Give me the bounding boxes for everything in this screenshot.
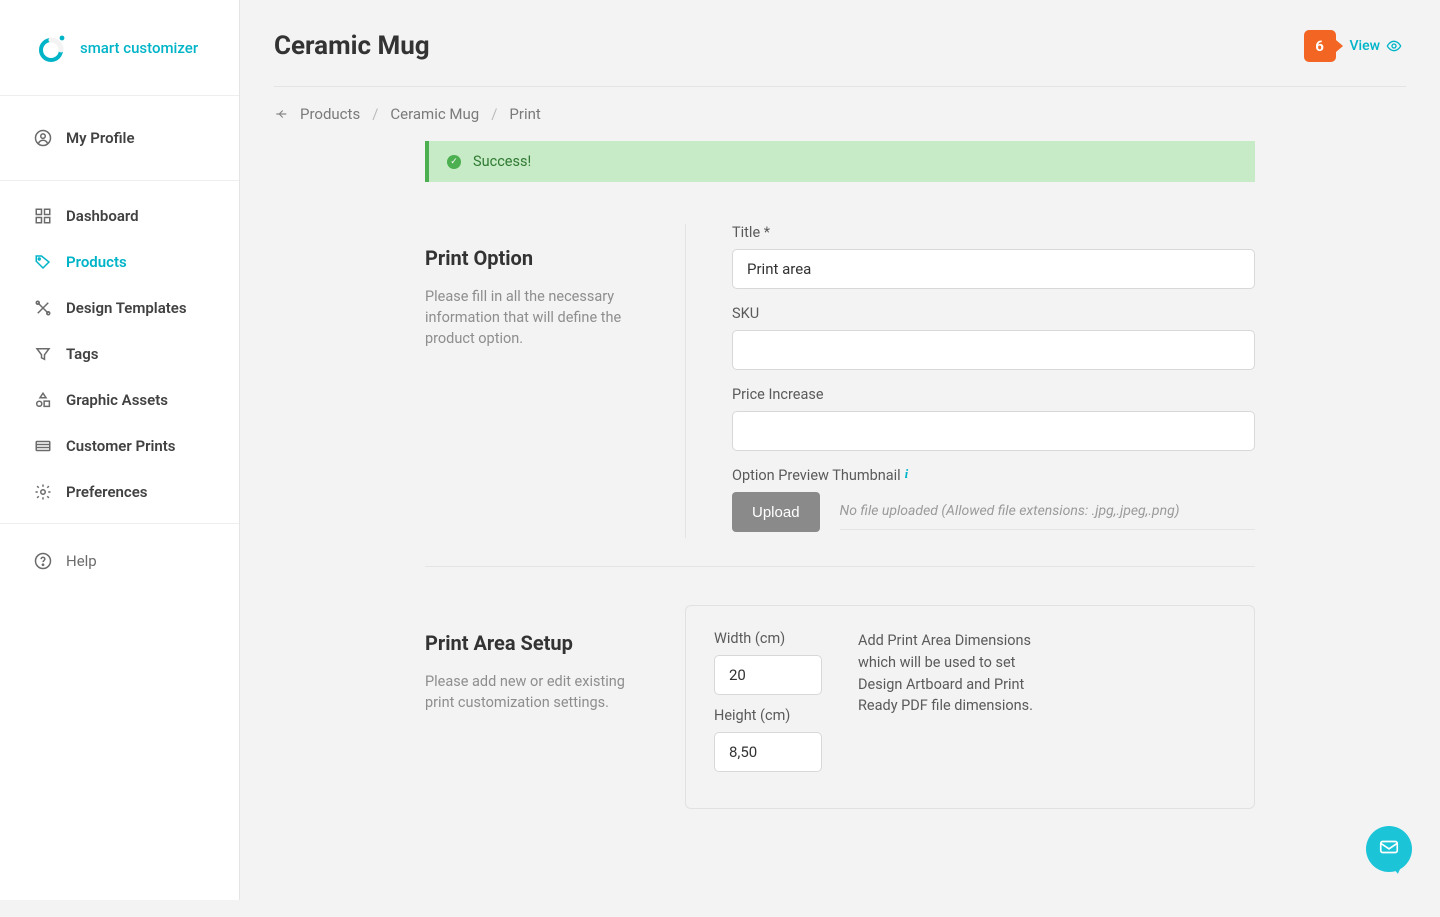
title-input[interactable] <box>732 249 1255 289</box>
dashboard-icon <box>34 207 52 225</box>
mail-icon <box>1378 836 1400 862</box>
help-icon <box>34 552 52 570</box>
sidebar-item-products[interactable]: Products <box>0 239 239 285</box>
sidebar-item-my-profile[interactable]: My Profile <box>0 96 239 180</box>
sidebar-item-preferences[interactable]: Preferences <box>0 469 239 515</box>
sidebar-item-label: Preferences <box>66 483 148 501</box>
section-description: Please add new or edit existing print cu… <box>425 671 649 713</box>
sidebar-item-label: Graphic Assets <box>66 391 168 409</box>
breadcrumb: Products / Ceramic Mug / Print <box>240 87 1440 141</box>
upload-button[interactable]: Upload <box>732 492 820 532</box>
sidebar-item-label: Customer Prints <box>66 437 176 455</box>
alert-success: ✓ Success! <box>425 141 1255 182</box>
prints-icon <box>34 437 52 455</box>
check-icon: ✓ <box>447 155 461 169</box>
main-content: Ceramic Mug 6 View Products / Ceramic Mu… <box>240 0 1440 917</box>
eye-icon <box>1386 38 1402 54</box>
section-description: Please fill in all the necessary informa… <box>425 286 649 349</box>
chat-button[interactable] <box>1366 826 1412 872</box>
sku-label: SKU <box>732 305 1255 322</box>
back-icon[interactable] <box>274 107 288 121</box>
funnel-icon <box>34 345 52 363</box>
breadcrumb-product[interactable]: Ceramic Mug <box>390 105 479 123</box>
sidebar-item-label: Design Templates <box>66 299 187 317</box>
sidebar-item-customer-prints[interactable]: Customer Prints <box>0 423 239 469</box>
user-icon <box>34 129 52 147</box>
title-label: Title * <box>732 224 1255 241</box>
page-title: Ceramic Mug <box>274 31 430 61</box>
sidebar-item-design-templates[interactable]: Design Templates <box>0 285 239 331</box>
tag-icon <box>34 253 52 271</box>
sidebar-item-label: Products <box>66 253 127 271</box>
section-print-option: Print Option Please fill in all the nece… <box>425 224 1255 538</box>
price-increase-input[interactable] <box>732 411 1255 451</box>
brand-logo[interactable]: smart customizer <box>0 0 239 96</box>
section-print-area: Print Area Setup Please add new or edit … <box>425 605 1255 809</box>
sidebar-item-label: Help <box>66 552 97 570</box>
design-icon <box>34 299 52 317</box>
page-header: Ceramic Mug 6 View <box>240 0 1440 86</box>
credits-count: 6 <box>1315 37 1324 55</box>
section-divider <box>425 566 1255 567</box>
height-label: Height (cm) <box>714 707 822 724</box>
sidebar-item-tags[interactable]: Tags <box>0 331 239 377</box>
thumbnail-label: Option Preview Thumbnaili <box>732 467 1255 484</box>
credits-badge[interactable]: 6 <box>1304 30 1336 62</box>
sidebar-item-dashboard[interactable]: Dashboard <box>0 193 239 239</box>
width-input[interactable] <box>714 655 822 695</box>
brand-name: smart customizer <box>80 39 198 57</box>
brand-mark-icon <box>36 32 68 64</box>
sidebar-item-graphic-assets[interactable]: Graphic Assets <box>0 377 239 423</box>
sidebar-item-label: Tags <box>66 345 99 363</box>
breadcrumb-products[interactable]: Products <box>300 105 360 123</box>
sidebar-item-label: Dashboard <box>66 207 139 225</box>
shapes-icon <box>34 391 52 409</box>
sidebar-item-label: My Profile <box>66 129 135 147</box>
section-heading: Print Area Setup <box>425 631 649 655</box>
print-area-box: Width (cm) Height (cm) Add Print Area Di… <box>685 605 1255 809</box>
height-input[interactable] <box>714 732 822 772</box>
sku-input[interactable] <box>732 330 1255 370</box>
breadcrumb-separator: / <box>491 105 497 123</box>
width-label: Width (cm) <box>714 630 822 647</box>
sidebar-item-help[interactable]: Help <box>0 524 239 592</box>
sidebar: smart customizer My Profile Dashboard Pr… <box>0 0 240 900</box>
print-area-hint: Add Print Area Dimensions which will be … <box>858 630 1038 784</box>
gear-icon <box>34 483 52 501</box>
view-link[interactable]: View <box>1350 38 1403 54</box>
section-heading: Print Option <box>425 246 649 270</box>
price-label: Price Increase <box>732 386 1255 403</box>
info-icon[interactable]: i <box>905 466 909 481</box>
alert-text: Success! <box>473 153 531 170</box>
view-label: View <box>1350 38 1381 54</box>
breadcrumb-separator: / <box>372 105 378 123</box>
breadcrumb-current: Print <box>509 105 540 123</box>
upload-meta-text: No file uploaded (Allowed file extension… <box>840 495 1255 530</box>
